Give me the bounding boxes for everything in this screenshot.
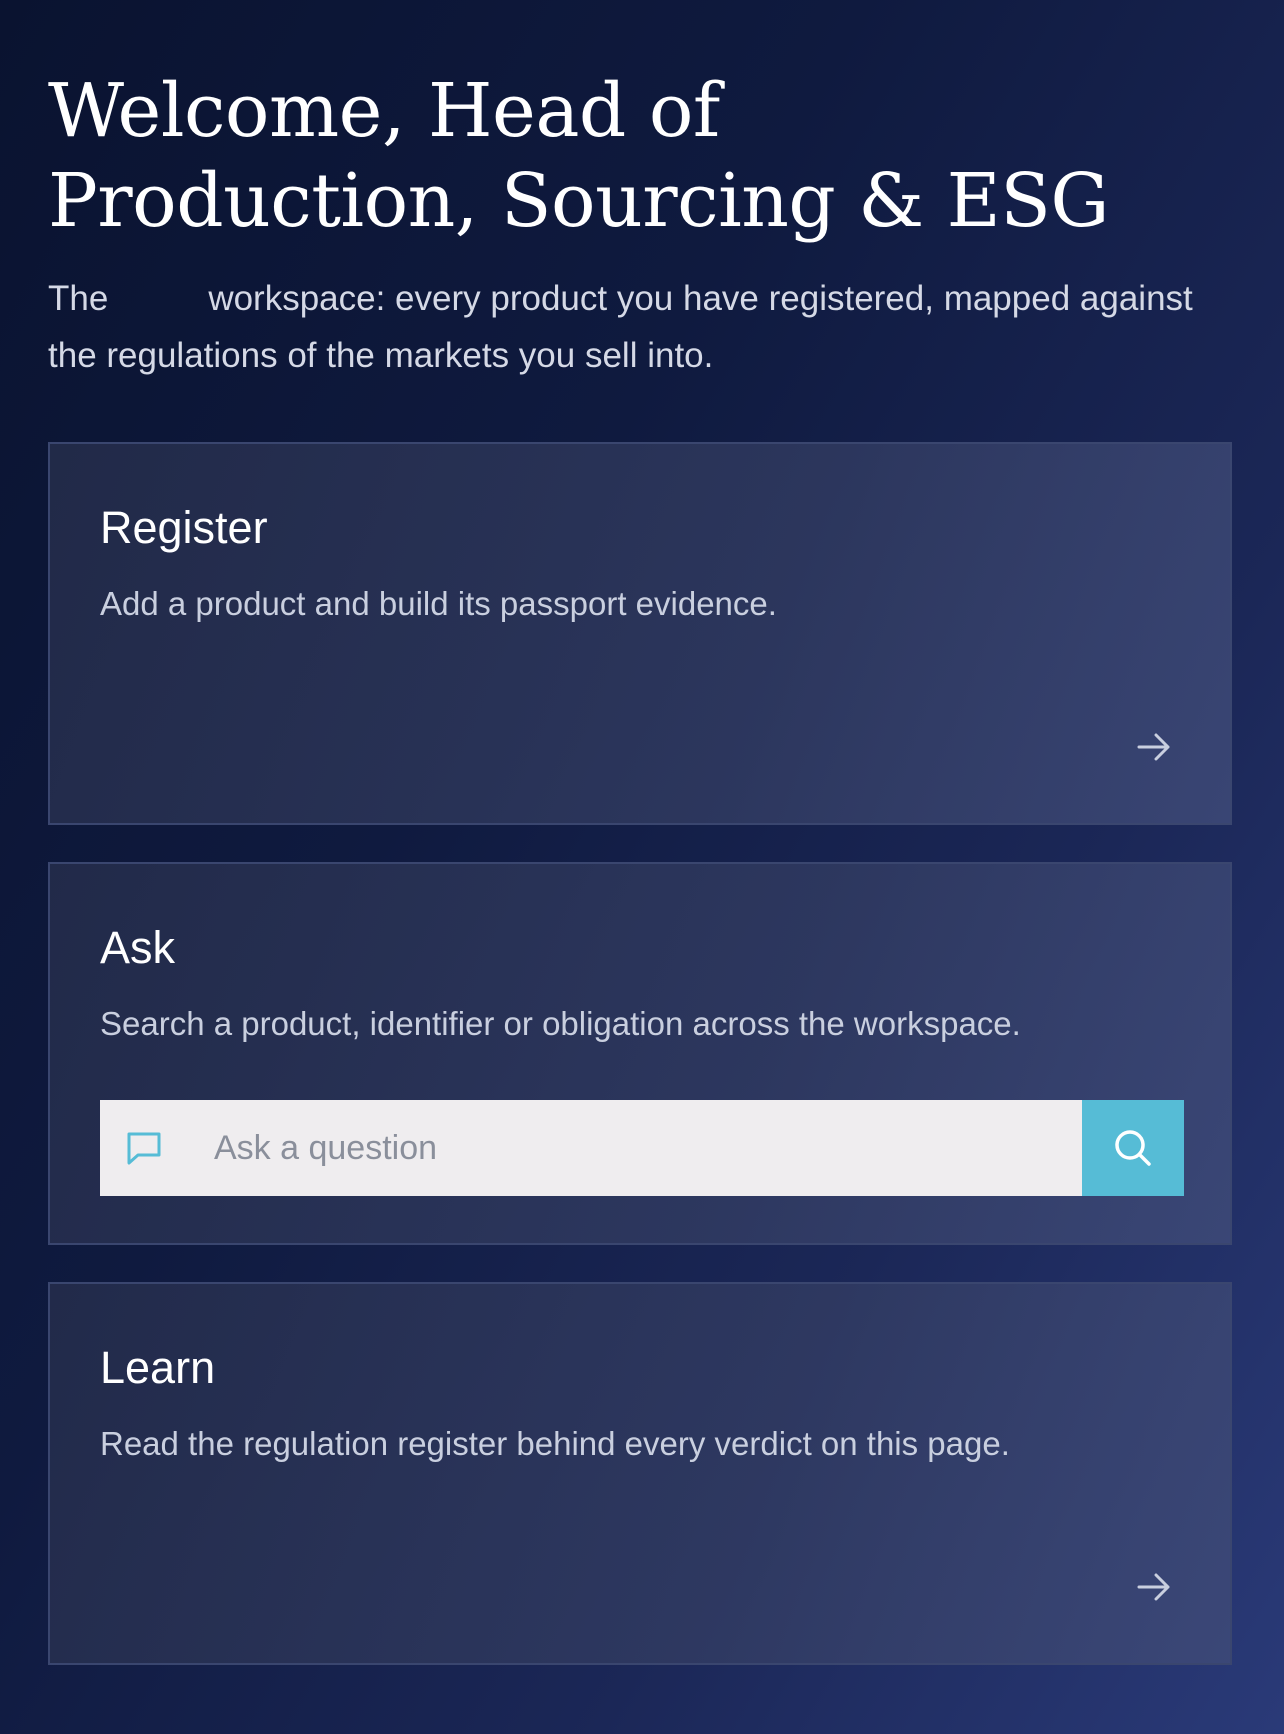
learn-card[interactable]: Learn Read the regulation register behin… [48,1282,1232,1665]
subtitle-rest: workspace: every product you have regist… [48,279,1193,375]
ask-card-description: Search a product, identifier or obligati… [100,1005,1021,1042]
ask-field-container[interactable] [100,1100,1082,1196]
learn-card-description: Read the regulation register behind ever… [100,1425,1010,1462]
search-button[interactable] [1082,1100,1184,1196]
page-title: Welcome, Head of Production, Sourcing & … [48,68,1110,244]
arrow-right-icon [1137,733,1170,761]
search-icon [1115,1130,1151,1166]
learn-arrow-button[interactable] [1130,1563,1178,1611]
register-arrow-button[interactable] [1130,723,1178,771]
register-card[interactable]: Register Add a product and build its pas… [48,442,1232,825]
ask-search-bar [100,1100,1184,1196]
subtitle-prefix: The [48,279,109,318]
register-card-title: Register [100,502,268,553]
ask-card-title: Ask [100,922,176,973]
page-subtitle: The workspace: every product you have reg… [48,270,1228,384]
ask-question-input[interactable] [212,1117,996,1179]
ask-card: Ask Search a product, identifier or obli… [48,862,1232,1245]
register-card-description: Add a product and build its passport evi… [100,585,777,622]
arrow-right-icon [1137,1573,1170,1601]
learn-card-title: Learn [100,1342,216,1393]
chat-bubble-icon [124,1128,164,1168]
